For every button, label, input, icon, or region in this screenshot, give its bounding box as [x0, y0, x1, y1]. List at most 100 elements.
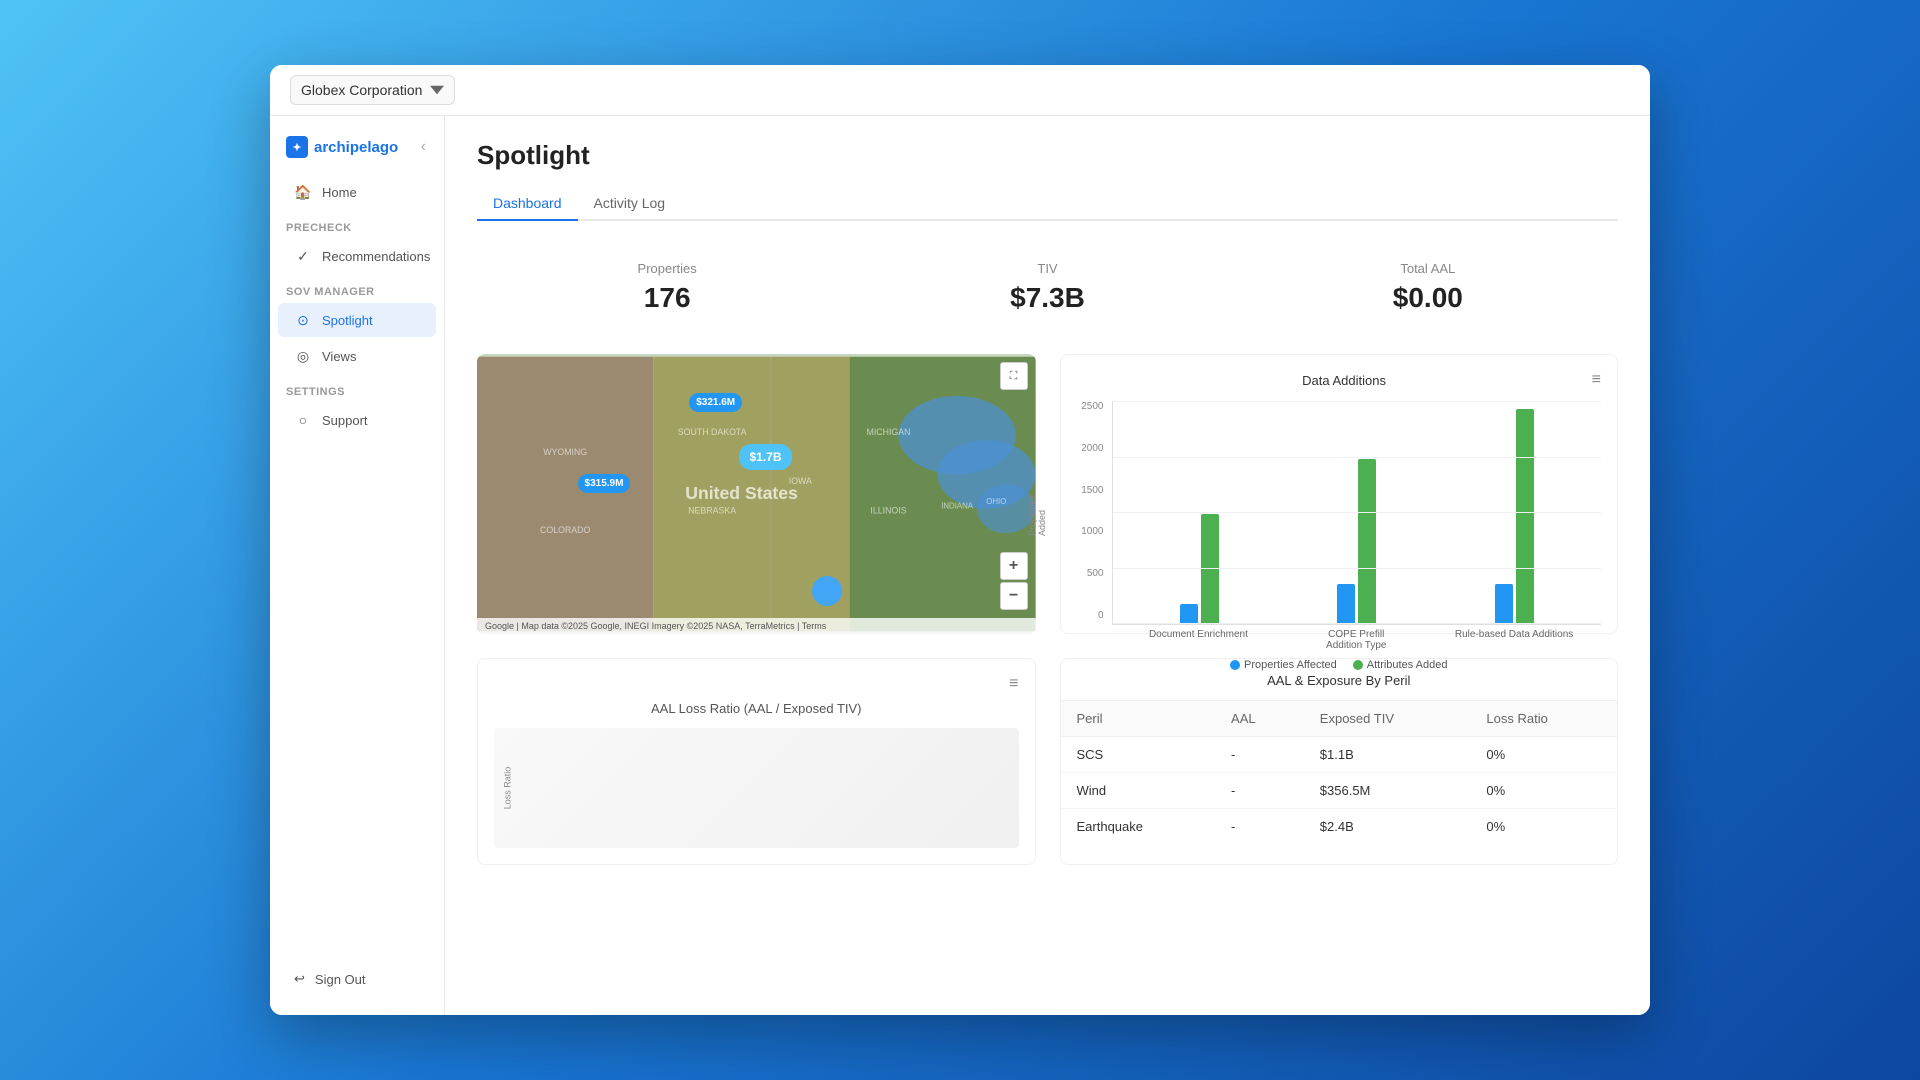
sidebar-label-support: Support — [322, 413, 368, 428]
zoom-out-button[interactable]: − — [1000, 582, 1028, 610]
sidebar-label-views: Views — [322, 349, 356, 364]
map-container: United States WYOMING COLORADO SOUTH DAK… — [477, 354, 1036, 634]
table-row: Earthquake - $2.4B 0% — [1061, 809, 1618, 845]
sidebar-label-spotlight: Spotlight — [322, 313, 373, 328]
sidebar-item-spotlight[interactable]: ⊙ Spotlight — [278, 303, 436, 337]
views-icon: ◎ — [294, 347, 312, 365]
bar-green-rule — [1516, 409, 1534, 624]
sidebar-item-recommendations[interactable]: ✓ Recommendations — [278, 239, 436, 273]
sidebar-label-home: Home — [322, 185, 357, 200]
metric-properties: Properties 176 — [477, 245, 857, 330]
sidebar: archipelago ‹ 🏠 Home PRECHECK ✓ Recommen… — [270, 116, 445, 1015]
cell-tiv-wind: $356.5M — [1304, 773, 1471, 809]
aal-table-header-row: Peril AAL Exposed TIV Loss Ratio — [1061, 701, 1618, 737]
page-header: Spotlight Dashboard Activity Log — [445, 116, 1650, 221]
svg-text:INDIANA: INDIANA — [941, 502, 974, 511]
cell-peril-scs: SCS — [1061, 737, 1216, 773]
chevron-down-icon — [430, 83, 444, 97]
svg-text:COLORADO: COLORADO — [540, 525, 591, 535]
support-icon: ○ — [294, 411, 312, 429]
cell-aal-wind: - — [1215, 773, 1304, 809]
x-label-rule: Rule-based Data Additions — [1443, 629, 1585, 651]
sidebar-collapse-button[interactable]: ‹ — [419, 136, 428, 158]
sidebar-item-views[interactable]: ◎ Views — [278, 339, 436, 373]
recommendations-icon: ✓ — [294, 247, 312, 265]
data-additions-chart: Data Additions ≡ 2500 2000 1500 1000 500… — [1060, 354, 1619, 634]
map-fullscreen-button[interactable]: ⛶ — [1000, 362, 1028, 390]
col-header-aal: AAL — [1215, 701, 1304, 737]
metric-properties-label: Properties — [493, 261, 841, 276]
chart-bars-area — [1112, 401, 1602, 625]
bar-green-doc — [1201, 514, 1219, 624]
app-window: Globex Corporation archipelago ‹ 🏠 Home … — [270, 65, 1650, 1015]
aal-section-menu: ≡ — [494, 675, 1019, 693]
sidebar-label-recommendations: Recommendations — [322, 249, 430, 264]
cell-peril-wind: Wind — [1061, 773, 1216, 809]
cell-tiv-scs: $1.1B — [1304, 737, 1471, 773]
logo-icon — [286, 136, 308, 158]
y-label-1000: 1000 — [1081, 526, 1103, 537]
svg-text:MICHIGAN: MICHIGAN — [867, 427, 911, 437]
bar-group-document-enrichment — [1129, 514, 1271, 624]
aal-table: Peril AAL Exposed TIV Loss Ratio SCS - $… — [1061, 701, 1618, 844]
sidebar-section-precheck: PRECHECK — [270, 210, 444, 238]
zoom-in-button[interactable]: + — [1000, 552, 1028, 580]
bottom-grid: ≡ AAL Loss Ratio (AAL / Exposed TIV) Los… — [445, 658, 1650, 889]
col-header-loss-ratio: Loss Ratio — [1470, 701, 1617, 737]
map-attribution: Google | Map data ©2025 Google, INEGI Im… — [485, 621, 826, 631]
bar-blue-rule — [1495, 584, 1513, 624]
metric-total-aal: Total AAL $0.00 — [1238, 245, 1618, 330]
cell-aal-scs: - — [1215, 737, 1304, 773]
map-pin-315m[interactable]: $315.9M — [578, 474, 631, 493]
logo-text: archipelago — [314, 139, 398, 156]
svg-text:ILLINOIS: ILLINOIS — [870, 506, 906, 516]
chart-y-axis: 2500 2000 1500 1000 500 0 — [1077, 401, 1112, 651]
bar-green-cope — [1358, 459, 1376, 624]
cell-lr-earthquake: 0% — [1470, 809, 1617, 845]
cell-aal-earthquake: - — [1215, 809, 1304, 845]
chart-menu-icon[interactable]: ≡ — [1592, 371, 1601, 389]
titlebar: Globex Corporation — [270, 65, 1650, 116]
y-label-1500: 1500 — [1081, 485, 1103, 496]
cell-lr-wind: 0% — [1470, 773, 1617, 809]
table-row: SCS - $1.1B 0% — [1061, 737, 1618, 773]
metric-tiv-value: $7.3B — [873, 282, 1221, 314]
y-axis-label: Properties Added — [1027, 476, 1047, 536]
map-pin-1b[interactable]: $1.7B — [739, 444, 791, 470]
metric-tiv-label: TIV — [873, 261, 1221, 276]
logo: archipelago — [286, 136, 398, 158]
col-header-exposed-tiv: Exposed TIV — [1304, 701, 1471, 737]
svg-text:IOWA: IOWA — [789, 476, 812, 486]
table-row: Wind - $356.5M 0% — [1061, 773, 1618, 809]
sidebar-section-sov-manager: SOV MANAGER — [270, 274, 444, 302]
tab-dashboard[interactable]: Dashboard — [477, 187, 578, 221]
content-grid: United States WYOMING COLORADO SOUTH DAK… — [445, 354, 1650, 658]
aal-loss-section: ≡ AAL Loss Ratio (AAL / Exposed TIV) Los… — [477, 658, 1036, 865]
tab-activity-log[interactable]: Activity Log — [578, 187, 682, 221]
map-pin-bottom[interactable] — [812, 576, 842, 606]
aal-menu-icon[interactable]: ≡ — [1009, 675, 1018, 693]
map-pin-321m[interactable]: $321.6M — [689, 393, 742, 412]
svg-text:United States: United States — [685, 483, 798, 503]
sign-out-button[interactable]: ↩ Sign Out — [278, 963, 436, 995]
x-label-cope: COPE PrefillAddition Type — [1285, 629, 1427, 651]
page-title: Spotlight — [477, 140, 1618, 171]
bar-blue-cope — [1337, 584, 1355, 624]
map-footer: Google | Map data ©2025 Google, INEGI Im… — [477, 618, 1036, 634]
y-label-2000: 2000 — [1081, 443, 1103, 454]
sidebar-logo-area: archipelago ‹ — [270, 128, 444, 174]
metric-total-aal-value: $0.00 — [1254, 282, 1602, 314]
sidebar-section-settings: SETTINGS — [270, 374, 444, 402]
aal-table-head: Peril AAL Exposed TIV Loss Ratio — [1061, 701, 1618, 737]
sidebar-item-support[interactable]: ○ Support — [278, 403, 436, 437]
metric-total-aal-label: Total AAL — [1254, 261, 1602, 276]
aal-table-body: SCS - $1.1B 0% Wind - $356.5M 0% — [1061, 737, 1618, 845]
aal-chart-placeholder: Loss Ratio — [494, 728, 1019, 848]
y-label-2500: 2500 — [1081, 401, 1103, 412]
chart-area: 2500 2000 1500 1000 500 0 Properties Add… — [1077, 401, 1602, 651]
company-selector[interactable]: Globex Corporation — [290, 75, 455, 105]
svg-text:WYOMING: WYOMING — [543, 447, 587, 457]
aal-loss-title: AAL Loss Ratio (AAL / Exposed TIV) — [494, 701, 1019, 716]
metrics-row: Properties 176 TIV $7.3B Total AAL $0.00 — [445, 245, 1650, 330]
sidebar-item-home[interactable]: 🏠 Home — [278, 175, 436, 209]
